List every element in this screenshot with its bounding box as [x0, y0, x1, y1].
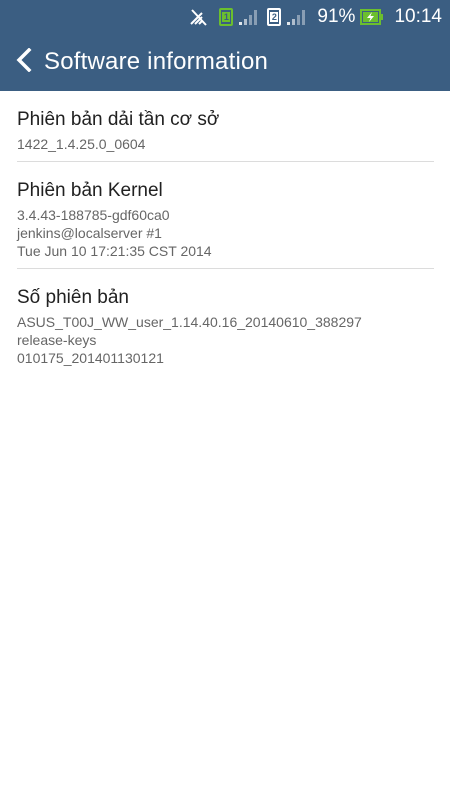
sim2-label: 2 — [270, 11, 279, 22]
mute-icon — [189, 8, 209, 26]
sim1-icon: 1 — [219, 7, 234, 26]
item-title: Phiên bản dải tần cơ sở — [17, 109, 220, 130]
item-value: release-keys — [17, 332, 97, 348]
item-value: Tue Jun 10 17:21:35 CST 2014 — [17, 243, 212, 259]
battery-charging-icon — [360, 8, 384, 25]
item-value: 010175_201401130121 — [17, 350, 164, 366]
status-bar: 1 2 91% 10:14 — [0, 0, 450, 33]
app-bar: Software information — [0, 33, 450, 91]
list-item-kernel-version: Phiên bản Kernel 3.4.43-188785-gdf60ca0 … — [17, 162, 434, 269]
item-title: Phiên bản Kernel — [17, 180, 163, 201]
list-item-baseband-version: Phiên bản dải tần cơ sở 1422_1.4.25.0_06… — [17, 91, 434, 162]
battery-percent: 91% — [317, 5, 356, 27]
page-title: Software information — [44, 48, 269, 75]
chevron-left-icon — [15, 47, 33, 77]
back-button[interactable] — [4, 33, 44, 91]
item-value: jenkins@localserver #1 — [17, 225, 162, 241]
item-value: ASUS_T00J_WW_user_1.14.40.16_20140610_38… — [17, 314, 362, 330]
signal-icon — [239, 9, 259, 25]
signal-icon — [287, 9, 307, 25]
item-title: Số phiên bản — [17, 287, 129, 308]
item-value: 1422_1.4.25.0_0604 — [17, 136, 146, 152]
sim2-icon: 2 — [267, 7, 282, 26]
list-item-build-number[interactable]: Số phiên bản ASUS_T00J_WW_user_1.14.40.1… — [17, 269, 434, 375]
settings-list: Phiên bản dải tần cơ sở 1422_1.4.25.0_06… — [0, 91, 450, 375]
item-value: 3.4.43-188785-gdf60ca0 — [17, 207, 170, 223]
clock: 10:14 — [394, 5, 442, 27]
sim1-label: 1 — [222, 11, 231, 22]
